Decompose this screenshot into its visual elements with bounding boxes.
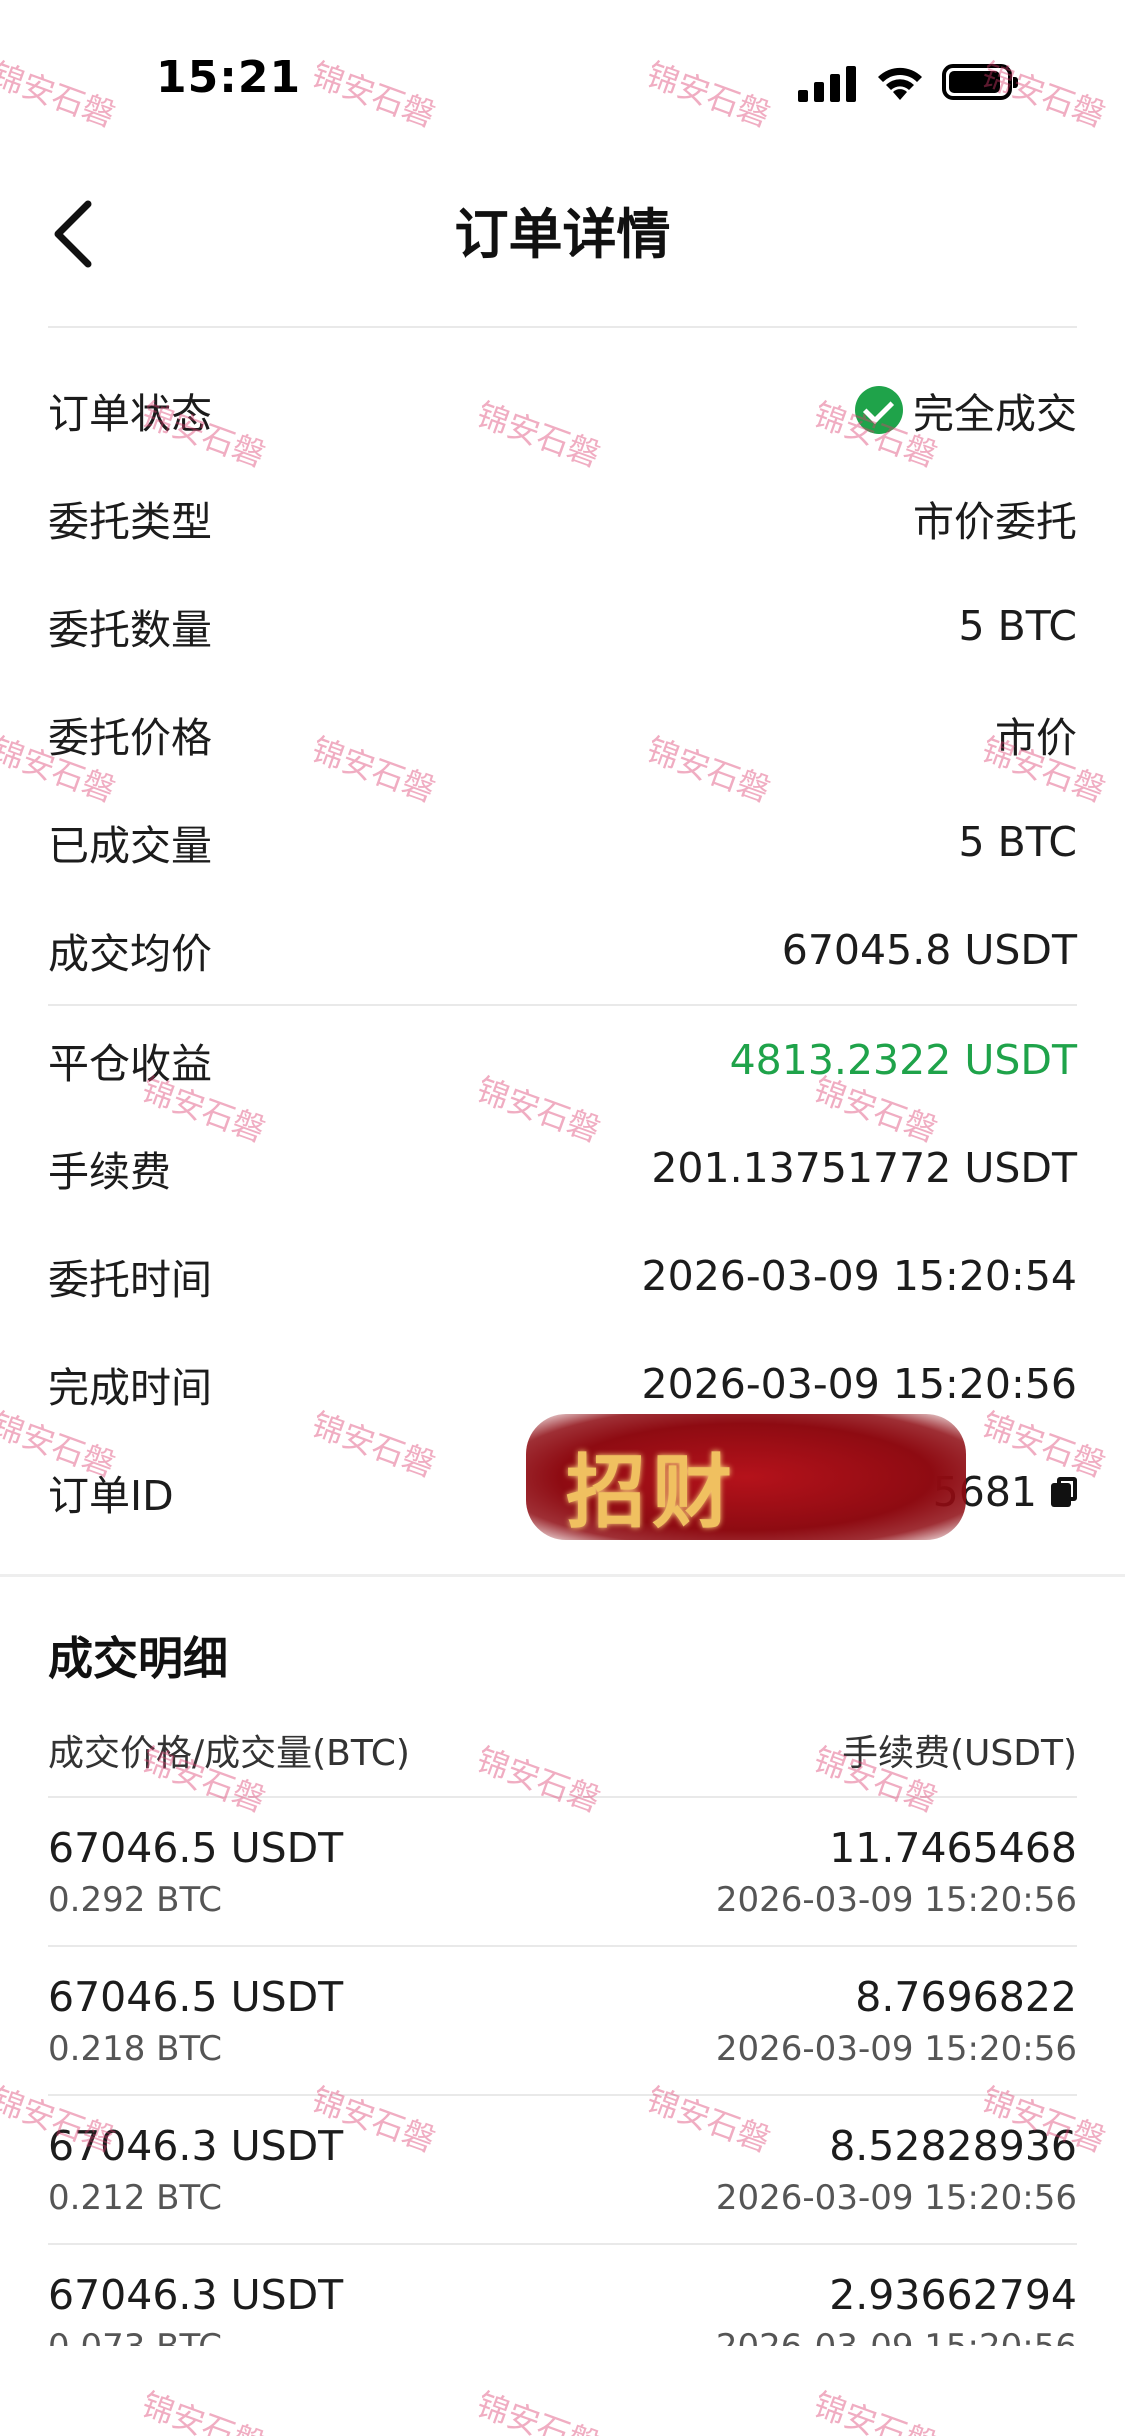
- fill-time: 2026-03-09 15:20:56: [715, 2178, 1077, 2218]
- detail-label: 订单ID: [48, 1472, 174, 1520]
- watermark: 锦安石磐: [136, 2385, 270, 2436]
- detail-value: 5 BTC: [958, 602, 1077, 650]
- fill-quantity: 0.073 BTC: [48, 2327, 222, 2346]
- status-text: 完全成交: [913, 390, 1077, 438]
- detail-row-order-price: 委托价格 市价: [48, 680, 1077, 788]
- fills-list[interactable]: 67046.5 USDT 0.292 BTC 11.7465468 2026-0…: [48, 1796, 1077, 2346]
- cellular-signal-icon: [798, 66, 856, 102]
- copy-icon[interactable]: [1051, 1477, 1077, 1507]
- fill-price: 67046.5 USDT: [48, 1824, 344, 1872]
- fill-time: 2026-03-09 15:20:56: [715, 2029, 1077, 2069]
- fill-quantity: 0.292 BTC: [48, 1880, 222, 1920]
- detail-label: 订单状态: [48, 390, 212, 438]
- fill-fee: 8.7696822: [855, 1973, 1077, 2021]
- detail-label: 完成时间: [48, 1364, 212, 1412]
- battery-icon: [942, 64, 1018, 100]
- fill-price: 67046.3 USDT: [48, 2271, 344, 2319]
- page-title: 订单详情: [454, 203, 671, 266]
- detail-row-order-status: 订单状态 完全成交: [48, 356, 1077, 464]
- detail-row-fee: 手续费 201.13751772 USDT: [48, 1114, 1077, 1222]
- detail-value: 市价委托: [913, 498, 1077, 546]
- fill-quantity: 0.212 BTC: [48, 2178, 222, 2218]
- detail-value: 2026-03-09 15:20:54: [641, 1252, 1077, 1300]
- detail-label: 委托类型: [48, 498, 212, 546]
- status-bar: 15:21: [0, 0, 1125, 160]
- fill-fee: 8.52828936: [829, 2122, 1077, 2170]
- nav-bar: 订单详情: [0, 160, 1125, 328]
- detail-row-filled-quantity: 已成交量 5 BTC: [48, 788, 1077, 896]
- detail-value: 2026-03-09 15:20:56: [641, 1360, 1077, 1408]
- fill-price: 67046.3 USDT: [48, 2122, 344, 2170]
- check-circle-icon: [855, 386, 903, 434]
- detail-label: 平仓收益: [48, 1040, 212, 1088]
- detail-row-avg-price: 成交均价 67045.8 USDT: [48, 896, 1077, 1004]
- fill-price: 67046.5 USDT: [48, 1973, 344, 2021]
- column-header-price-qty: 成交价格/成交量(BTC): [48, 1733, 410, 1774]
- wifi-icon: [878, 67, 922, 100]
- detail-row-close-pnl: 平仓收益 4813.2322 USDT: [48, 1006, 1077, 1114]
- fill-time: 2026-03-09 15:20:56: [715, 1880, 1077, 1920]
- watermark: 锦安石磐: [808, 2385, 942, 2436]
- detail-value: 67045.8 USDT: [781, 926, 1077, 974]
- order-detail-screen: 15:21 订单详情 订单状态 完全成交 委托类型 市价委托 委托数量 5 BT…: [0, 0, 1125, 2436]
- fills-section-title: 成交明细: [48, 1632, 229, 1685]
- status-value: 完全成交: [855, 380, 1077, 440]
- fill-time: 2026-03-09 15:20:56: [716, 2327, 1077, 2346]
- fills-column-headers: 成交价格/成交量(BTC) 手续费(USDT): [48, 1720, 1077, 1780]
- sticker-overlay: 招财: [526, 1414, 966, 1540]
- fill-fee: 2.93662794: [829, 2271, 1077, 2319]
- order-detail-list: 订单状态 完全成交 委托类型 市价委托 委托数量 5 BTC 委托价格 市价 已…: [48, 356, 1077, 1546]
- detail-label: 委托价格: [48, 714, 212, 762]
- section-divider: [0, 1574, 1125, 1577]
- sticker-text: 招财: [566, 1445, 738, 1539]
- detail-row-order-quantity: 委托数量 5 BTC: [48, 572, 1077, 680]
- detail-label: 手续费: [48, 1148, 171, 1196]
- detail-value: 5 BTC: [958, 818, 1077, 866]
- detail-label: 委托数量: [48, 606, 212, 654]
- fill-row: 67046.3 USDT 0.212 BTC 8.52828936 2026-0…: [48, 2094, 1077, 2243]
- header-divider: [48, 326, 1077, 328]
- detail-value: 201.13751772 USDT: [651, 1144, 1077, 1192]
- column-header-fee: 手续费(USDT): [841, 1733, 1077, 1774]
- fill-quantity: 0.218 BTC: [48, 2029, 222, 2069]
- pnl-value: 4813.2322 USDT: [729, 1036, 1077, 1084]
- fill-fee: 11.7465468: [829, 1824, 1077, 1872]
- fill-row: 67046.5 USDT 0.292 BTC 11.7465468 2026-0…: [48, 1796, 1077, 1945]
- detail-row-order-type: 委托类型 市价委托: [48, 464, 1077, 572]
- detail-row-order-time: 委托时间 2026-03-09 15:20:54: [48, 1222, 1077, 1330]
- status-time: 15:21: [156, 52, 302, 103]
- fill-row: 67046.3 USDT 0.073 BTC 2.93662794 2026-0…: [48, 2243, 1077, 2346]
- detail-value: 市价: [995, 714, 1077, 762]
- watermark: 锦安石磐: [471, 2385, 605, 2436]
- fill-row: 67046.5 USDT 0.218 BTC 8.7696822 2026-03…: [48, 1945, 1077, 2094]
- detail-label: 已成交量: [48, 822, 212, 870]
- detail-label: 委托时间: [48, 1256, 212, 1304]
- detail-label: 成交均价: [48, 930, 212, 978]
